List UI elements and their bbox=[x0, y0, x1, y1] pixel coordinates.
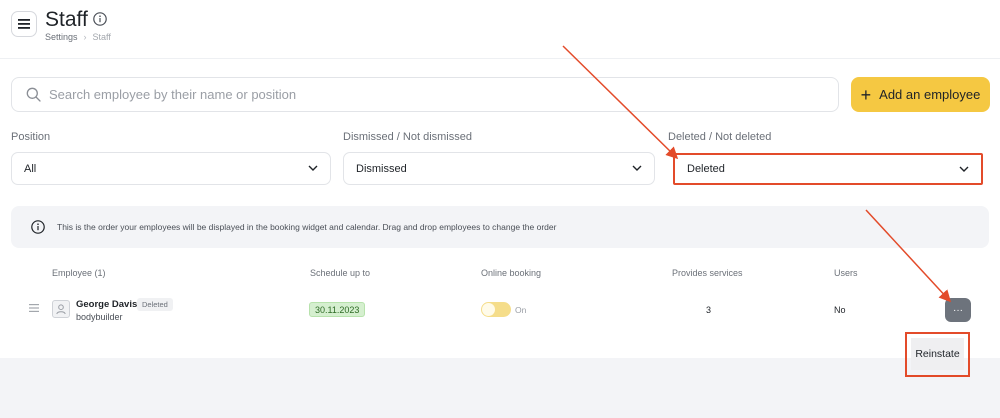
dismissed-filter-select[interactable]: Dismissed bbox=[343, 152, 655, 185]
reinstate-button[interactable]: Reinstate bbox=[911, 338, 964, 370]
menu-icon bbox=[18, 19, 30, 29]
dismissed-filter-value: Dismissed bbox=[356, 162, 407, 175]
position-filter-label: Position bbox=[11, 131, 51, 143]
toggle-knob bbox=[482, 303, 495, 316]
column-schedule: Schedule up to bbox=[310, 268, 371, 278]
status-badge: Deleted bbox=[137, 298, 173, 311]
employee-position: bodybuilder bbox=[76, 312, 123, 322]
drag-handle-icon[interactable] bbox=[29, 304, 39, 312]
breadcrumb-root[interactable]: Settings bbox=[45, 32, 78, 42]
add-employee-label: Add an employee bbox=[879, 87, 981, 102]
deleted-filter-select[interactable]: Deleted bbox=[673, 153, 983, 185]
menu-button[interactable] bbox=[11, 11, 37, 37]
column-users: Users bbox=[834, 268, 858, 278]
order-notice: This is the order your employees will be… bbox=[11, 206, 989, 248]
add-employee-button[interactable]: + Add an employee bbox=[851, 77, 990, 112]
chevron-down-icon bbox=[632, 165, 642, 171]
reinstate-highlight: Reinstate bbox=[905, 332, 970, 377]
online-booking-label: On bbox=[515, 305, 527, 315]
services-count: 3 bbox=[706, 305, 712, 315]
employee-name[interactable]: George Davis bbox=[76, 299, 137, 310]
chevron-down-icon bbox=[959, 166, 969, 172]
column-employee: Employee (1) bbox=[52, 268, 106, 278]
search-icon bbox=[26, 87, 41, 102]
page-footer-band bbox=[0, 358, 1000, 418]
info-icon[interactable] bbox=[93, 12, 107, 26]
header-divider bbox=[0, 58, 1000, 59]
plus-icon: + bbox=[860, 84, 872, 105]
deleted-filter-value: Deleted bbox=[687, 163, 725, 175]
chevron-down-icon bbox=[308, 165, 318, 171]
avatar-icon bbox=[56, 304, 66, 315]
schedule-date-badge: 30.11.2023 bbox=[309, 302, 366, 317]
column-online-booking: Online booking bbox=[481, 268, 542, 278]
position-filter-value: All bbox=[24, 162, 37, 175]
notice-text: This is the order your employees will be… bbox=[57, 222, 557, 232]
search-box[interactable] bbox=[11, 77, 839, 112]
deleted-filter-label: Deleted / Not deleted bbox=[668, 131, 772, 143]
more-actions-button[interactable]: ··· bbox=[945, 298, 971, 322]
column-provides-services: Provides services bbox=[672, 268, 743, 278]
breadcrumb: Settings › Staff bbox=[45, 32, 111, 42]
position-filter-select[interactable]: All bbox=[11, 152, 331, 185]
users-value: No bbox=[834, 305, 846, 315]
breadcrumb-current: Staff bbox=[92, 32, 111, 42]
search-input[interactable] bbox=[49, 87, 809, 102]
info-icon bbox=[31, 220, 45, 234]
online-booking-toggle[interactable] bbox=[481, 302, 511, 317]
breadcrumb-separator: › bbox=[83, 32, 87, 42]
page-title: Staff bbox=[45, 8, 88, 31]
avatar bbox=[52, 300, 70, 318]
dismissed-filter-label: Dismissed / Not dismissed bbox=[343, 131, 472, 143]
